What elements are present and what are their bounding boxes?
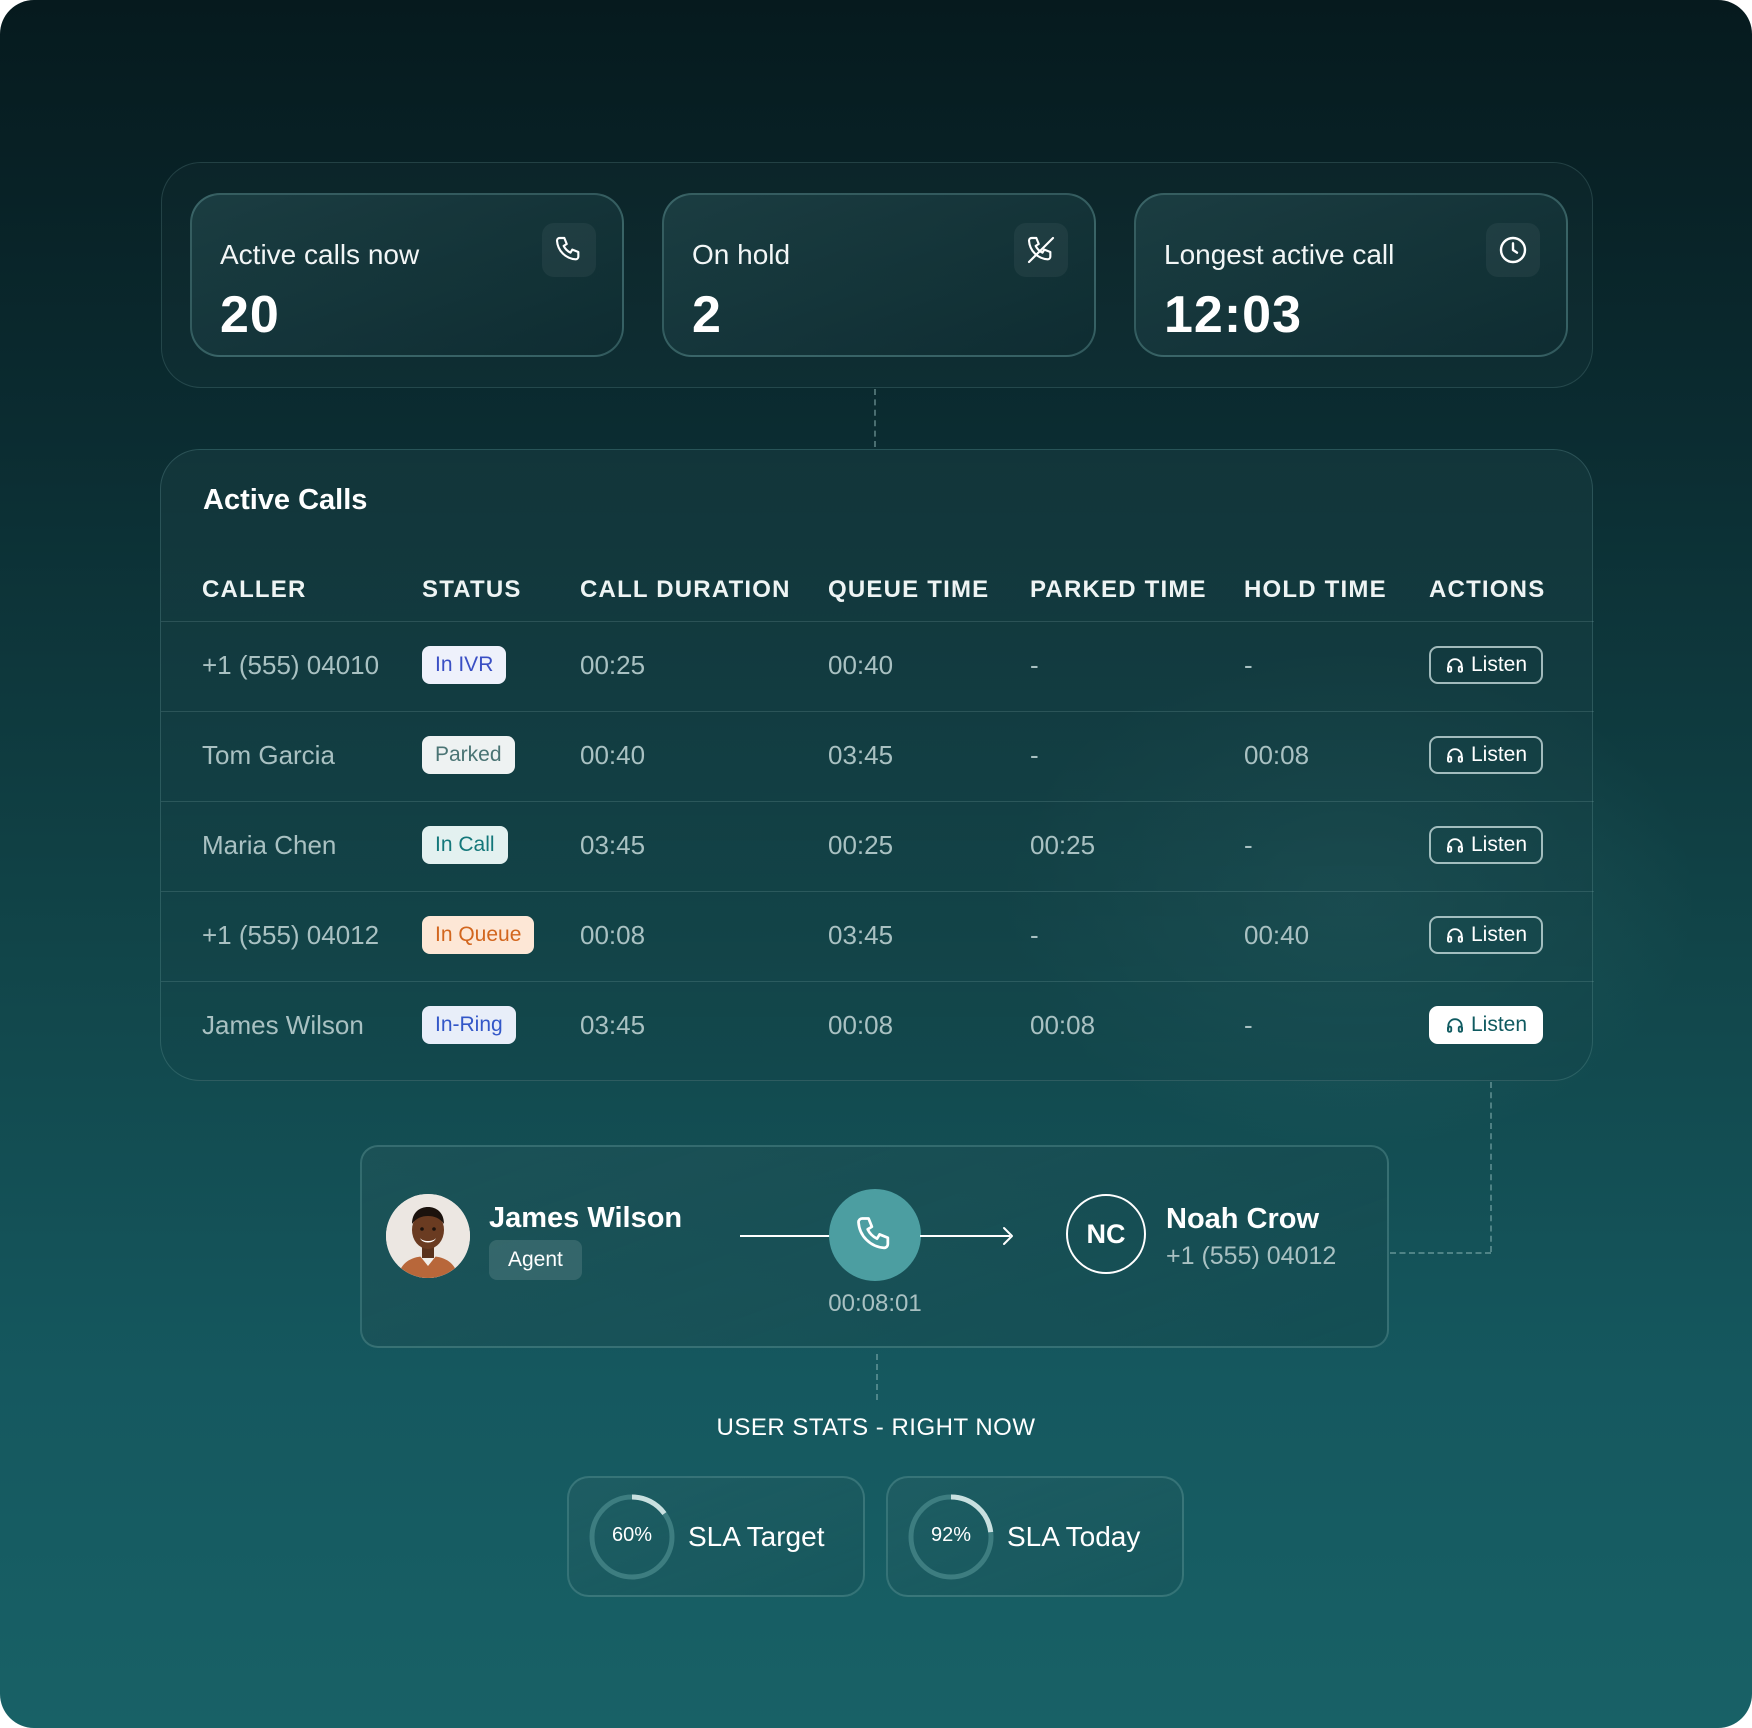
stat-card-active-calls: Active calls now 20 <box>190 193 624 357</box>
parked-time-cell: 00:08 <box>1030 1010 1096 1040</box>
user-stats-title: USER STATS - RIGHT NOW <box>716 1414 1036 1441</box>
caller-cell: +1 (555) 04010 <box>202 650 380 680</box>
connector-line <box>1490 1082 1492 1252</box>
stat-label: On hold <box>692 239 791 270</box>
table-row: Maria Chen In Call 03:45 00:25 00:25 - L… <box>161 801 1594 892</box>
hold-time-cell: - <box>1244 830 1253 860</box>
stat-value: 20 <box>220 286 280 344</box>
column-header-caller: CALLER <box>202 576 307 603</box>
duration-cell: 03:45 <box>580 830 646 860</box>
duration-cell: 03:45 <box>580 1010 646 1040</box>
caller-cell: Tom Garcia <box>202 740 335 770</box>
sla-today-percent: 92% <box>930 1524 972 1546</box>
hold-time-cell: - <box>1244 650 1253 680</box>
callee-phone: +1 (555) 04012 <box>1166 1242 1337 1270</box>
hold-time-cell: - <box>1244 1010 1253 1040</box>
callee-avatar: NC <box>1066 1194 1146 1274</box>
call-flow-line <box>740 1235 830 1237</box>
status-badge: In-Ring <box>422 1006 516 1044</box>
phone-call-icon[interactable] <box>829 1189 921 1281</box>
sla-today-card: 92% SLA Today <box>886 1476 1184 1597</box>
phone-icon <box>542 223 596 277</box>
column-header-status: STATUS <box>422 576 522 603</box>
caller-cell: +1 (555) 04012 <box>202 920 380 950</box>
status-badge: In IVR <box>422 646 507 684</box>
parked-time-cell: - <box>1030 740 1039 770</box>
listen-label: Listen <box>1470 923 1528 946</box>
table-row: James Wilson In-Ring 03:45 00:08 00:08 -… <box>161 981 1594 1072</box>
queue-time-cell: 00:40 <box>828 650 894 680</box>
headphones-icon <box>1446 838 1463 853</box>
status-badge: Parked <box>422 736 515 774</box>
status-badge: In Call <box>422 826 508 864</box>
callee-initials: NC <box>1086 1218 1126 1249</box>
listen-label: Listen <box>1470 743 1528 766</box>
listen-button[interactable]: Listen <box>1429 736 1543 774</box>
hold-time-cell: 00:40 <box>1244 920 1310 950</box>
sla-target-label: SLA Target <box>688 1521 825 1552</box>
stat-value: 12:03 <box>1164 286 1302 344</box>
sla-target-percent: 60% <box>611 1524 653 1546</box>
parked-time-cell: - <box>1030 650 1039 680</box>
queue-time-cell: 03:45 <box>828 920 894 950</box>
connector-line <box>874 389 876 447</box>
column-header-hold-time: HOLD TIME <box>1244 576 1387 603</box>
avatar <box>386 1194 470 1278</box>
headphones-icon <box>1446 1018 1463 1033</box>
listen-button[interactable]: Listen <box>1429 916 1543 954</box>
queue-time-cell: 03:45 <box>828 740 894 770</box>
headphones-icon <box>1446 658 1463 673</box>
hold-time-cell: 00:08 <box>1244 740 1310 770</box>
status-badge: In Queue <box>422 916 535 954</box>
column-header-actions: ACTIONS <box>1429 576 1546 603</box>
column-header-queue-time: QUEUE TIME <box>828 576 990 603</box>
listen-button[interactable]: Listen <box>1429 646 1543 684</box>
call-timer: 00:08:01 <box>828 1290 922 1317</box>
column-header-call-duration: CALL DURATION <box>580 576 791 603</box>
stat-card-on-hold: On hold 2 <box>662 193 1096 357</box>
callee-name: Noah Crow <box>1166 1203 1320 1235</box>
stat-label: Longest active call <box>1164 239 1395 270</box>
duration-cell: 00:40 <box>580 740 646 770</box>
arrow-right-icon <box>1003 1227 1013 1245</box>
listen-label: Listen <box>1470 833 1528 856</box>
panel-title: Active Calls <box>203 484 368 516</box>
listen-label: Listen <box>1470 653 1528 676</box>
dashboard-frame: Active calls now 20 On hold 2 Longest ac… <box>0 0 1752 1728</box>
headphones-icon <box>1446 748 1463 763</box>
column-header-parked-time: PARKED TIME <box>1030 576 1207 603</box>
headphones-icon <box>1446 928 1463 943</box>
summary-stats: Active calls now 20 On hold 2 Longest ac… <box>161 162 1593 388</box>
listen-label: Listen <box>1470 1013 1528 1036</box>
caller-cell: James Wilson <box>202 1010 364 1040</box>
duration-cell: 00:08 <box>580 920 646 950</box>
connector-line <box>876 1354 878 1400</box>
queue-time-cell: 00:08 <box>828 1010 894 1040</box>
listen-button[interactable]: Listen <box>1429 826 1543 864</box>
table-row: Tom Garcia Parked 00:40 03:45 - 00:08 Li… <box>161 711 1594 802</box>
stat-label: Active calls now <box>220 239 420 270</box>
duration-cell: 00:25 <box>580 650 646 680</box>
listen-button[interactable]: Listen <box>1429 1006 1543 1044</box>
stat-card-longest-call: Longest active call 12:03 <box>1134 193 1568 357</box>
phone-off-icon <box>1014 223 1068 277</box>
sla-target-card: 60% SLA Target <box>567 1476 865 1597</box>
connector-line <box>1390 1252 1491 1254</box>
sla-today-label: SLA Today <box>1007 1521 1141 1552</box>
queue-time-cell: 00:25 <box>828 830 894 860</box>
stat-value: 2 <box>692 286 722 344</box>
live-call-card: James Wilson Agent 00:08:01 NC Noah Crow… <box>360 1145 1389 1348</box>
parked-time-cell: 00:25 <box>1030 830 1096 860</box>
call-flow-line <box>920 1235 1010 1237</box>
table-row: +1 (555) 04012 In Queue 00:08 03:45 - 00… <box>161 891 1594 982</box>
active-calls-panel: Active Calls CALLER STATUS CALL DURATION… <box>160 449 1594 1081</box>
parked-time-cell: - <box>1030 920 1039 950</box>
clock-icon <box>1486 223 1540 277</box>
table-row: +1 (555) 04010 In IVR 00:25 00:40 - - Li… <box>161 621 1594 712</box>
caller-cell: Maria Chen <box>202 830 337 860</box>
agent-name: James Wilson <box>489 1202 683 1234</box>
agent-role-badge: Agent <box>489 1240 582 1280</box>
